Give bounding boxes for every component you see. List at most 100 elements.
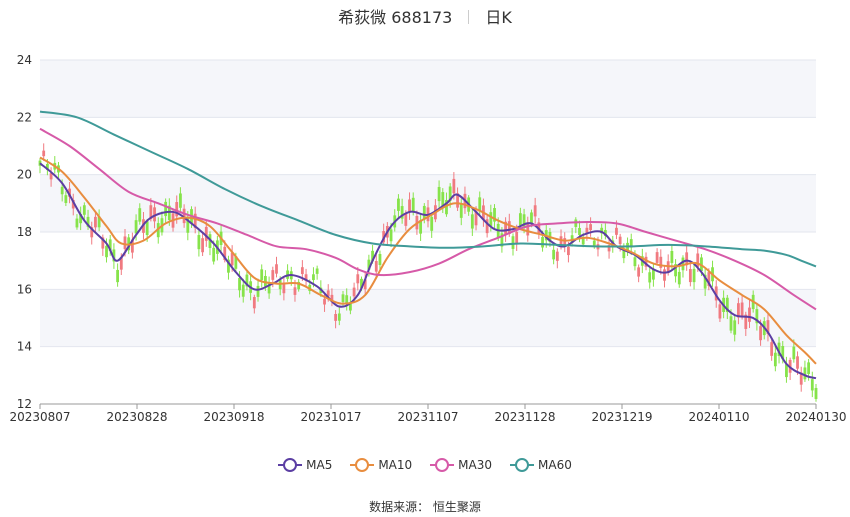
candle-body <box>116 269 119 283</box>
candle-body <box>138 208 142 222</box>
x-tick-label: 20231219 <box>591 410 652 424</box>
candle-body <box>589 224 592 231</box>
candle-body <box>341 294 345 302</box>
candle-body <box>511 236 515 249</box>
legend-swatch-icon <box>510 458 535 472</box>
candle-body <box>655 252 659 263</box>
candle-body <box>145 221 149 235</box>
legend-swatch-icon <box>278 458 303 472</box>
legend: MA5 MA10 MA30 MA60 <box>0 458 850 472</box>
x-tick-label: 20231107 <box>397 410 458 424</box>
candle-body <box>677 271 681 285</box>
candle-body <box>637 267 641 277</box>
x-tick-label: 20240110 <box>688 410 749 424</box>
candle-body <box>578 227 581 236</box>
candle-body <box>271 270 275 280</box>
candle-body <box>241 284 245 297</box>
y-tick-label: 12 <box>17 397 32 411</box>
candle-body <box>807 362 811 374</box>
candle-body <box>256 285 260 297</box>
candle-body <box>64 195 68 203</box>
x-tick-label: 20231128 <box>494 410 555 424</box>
candle-body <box>75 218 79 228</box>
y-tick-label: 16 <box>17 282 32 296</box>
candle-body <box>773 352 777 367</box>
candle-body <box>618 236 622 245</box>
x-tick-label: 20230918 <box>203 410 264 424</box>
candle-body <box>179 193 182 208</box>
candle-body <box>740 302 744 317</box>
legend-item-ma60[interactable]: MA60 <box>510 458 572 472</box>
candle-body <box>352 287 356 297</box>
candle-body <box>770 342 774 356</box>
candle-body <box>201 238 204 253</box>
data-source: 数据来源： 恒生聚源 <box>369 500 481 514</box>
candle-body <box>404 213 408 226</box>
candlestick-chart: 12 14 16 18 20 22 24 20230807 20230828 20230918 20… <box>9 53 846 424</box>
candle-body <box>470 214 474 229</box>
candle-body <box>334 313 338 321</box>
candle-body <box>541 236 544 248</box>
candle-body <box>123 236 127 250</box>
x-tick-label: 20240130 <box>785 410 846 424</box>
candle-body <box>356 274 360 284</box>
candle-body <box>792 346 796 360</box>
legend-item-ma10[interactable]: MA10 <box>350 458 412 472</box>
candle-body <box>408 199 411 213</box>
candle-body <box>260 269 264 281</box>
candle-body <box>323 298 326 305</box>
x-tick-label: 20230828 <box>106 410 167 424</box>
candle-body <box>164 201 168 217</box>
candle-body <box>197 235 201 250</box>
candle-body <box>615 227 618 235</box>
legend-item-ma5[interactable]: MA5 <box>278 458 332 472</box>
candle-body <box>300 267 304 275</box>
candle-body <box>42 150 46 157</box>
candle-body <box>282 284 286 294</box>
candle-body <box>411 197 415 211</box>
candle-body <box>796 356 799 369</box>
candle-body <box>814 387 818 399</box>
candle-body <box>810 379 814 391</box>
candle-body <box>718 304 722 319</box>
candle-body <box>312 274 315 281</box>
candle-body <box>567 246 570 256</box>
grid-band <box>40 289 816 347</box>
candle-body <box>134 220 138 234</box>
candle-body <box>437 186 441 202</box>
candle-body <box>733 320 737 335</box>
candle-body <box>238 277 241 291</box>
candle-body <box>530 212 533 224</box>
legend-label: MA5 <box>306 458 333 472</box>
candle-body <box>275 264 278 274</box>
candle-body <box>688 269 692 283</box>
x-tick-label: 20231017 <box>300 410 361 424</box>
x-tick-label: 20230807 <box>9 410 70 424</box>
candle-body <box>748 307 751 322</box>
candle-body <box>663 269 666 281</box>
y-tick-label: 18 <box>17 225 32 239</box>
candle-body <box>60 186 64 195</box>
candle-body <box>648 272 652 283</box>
candle-body <box>633 257 637 267</box>
candle-body <box>105 245 108 258</box>
legend-swatch-icon <box>350 458 375 472</box>
candle-body <box>533 205 537 217</box>
candle-body <box>337 313 341 321</box>
legend-label: MA10 <box>378 458 413 472</box>
grid-band <box>40 60 816 118</box>
candle-body <box>515 231 519 245</box>
legend-item-ma30[interactable]: MA30 <box>430 458 492 472</box>
candle-body <box>397 198 400 211</box>
candle-body <box>692 268 696 283</box>
candle-body <box>518 213 522 226</box>
y-tick-label: 14 <box>17 340 32 354</box>
candle-body <box>670 251 674 263</box>
legend-label: MA60 <box>538 458 572 472</box>
y-tick-label: 24 <box>17 53 32 67</box>
candle-body <box>378 254 382 265</box>
legend-swatch-icon <box>430 458 455 472</box>
candle-body <box>803 367 807 380</box>
candle-body <box>293 287 297 295</box>
legend-label: MA30 <box>458 458 493 472</box>
